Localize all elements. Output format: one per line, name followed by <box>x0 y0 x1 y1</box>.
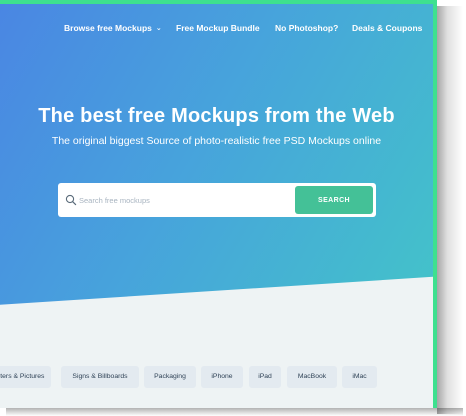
category-chip-packaging[interactable]: Packaging <box>144 366 196 388</box>
search-button[interactable]: SEARCH <box>295 186 373 214</box>
nav-free-mockup-bundle[interactable]: Free Mockup Bundle <box>176 22 260 34</box>
nav-browse-mockups[interactable]: Browse free Mockups ⌄ <box>64 22 162 36</box>
page-frame: Browse free Mockups ⌄ Free Mockup Bundle … <box>0 0 437 408</box>
nav-no-photoshop[interactable]: No Photoshop? <box>275 22 338 34</box>
frame-shadow-bottom <box>6 408 463 416</box>
category-chip-ipad[interactable]: iPad <box>249 366 281 388</box>
frame-shadow <box>437 6 463 414</box>
nav-deals-coupons[interactable]: Deals & Coupons <box>352 22 422 34</box>
category-chip-macbook[interactable]: MacBook <box>287 366 337 388</box>
hero-title: The best free Mockups from the Web <box>38 105 395 127</box>
search-bar: SEARCH <box>58 183 376 217</box>
chevron-down-icon: ⌄ <box>155 25 162 32</box>
category-chip-signs-billboards[interactable]: Signs & Billboards <box>61 366 139 388</box>
category-chips: Posters & Pictures Signs & Billboards Pa… <box>0 366 433 388</box>
top-nav: Browse free Mockups ⌄ Free Mockup Bundle … <box>0 22 433 38</box>
hero-subtitle: The original biggest Source of photo-rea… <box>51 135 382 147</box>
category-chip-iphone[interactable]: iPhone <box>201 366 243 388</box>
nav-browse-mockups-label: Browse free Mockups <box>64 23 152 33</box>
hero-section <box>0 4 433 305</box>
category-chip-posters-pictures[interactable]: Posters & Pictures <box>0 366 51 388</box>
category-chip-imac[interactable]: iMac <box>342 366 377 388</box>
search-input[interactable] <box>79 192 279 208</box>
search-icon <box>65 194 77 206</box>
